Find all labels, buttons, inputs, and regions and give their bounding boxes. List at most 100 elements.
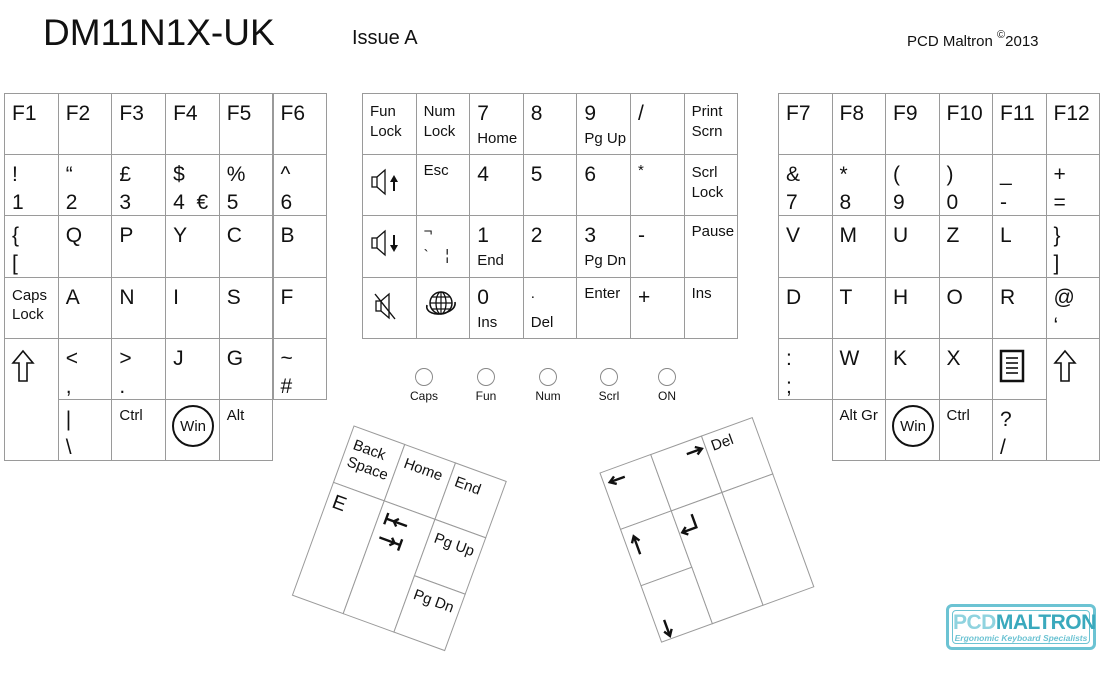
key-r1c3[interactable]: )0 (939, 154, 994, 216)
key-num-lock[interactable]: Num Lock (416, 93, 471, 155)
key-r5c3[interactable]: ?/ (992, 399, 1047, 461)
key-f9[interactable]: F9 (885, 93, 940, 155)
key-a[interactable]: A (58, 277, 113, 339)
key-j[interactable]: J (165, 338, 220, 400)
key-r1c1[interactable]: “2 (58, 154, 113, 216)
key-w[interactable]: W (832, 338, 887, 400)
key-r1c5[interactable]: += (1046, 154, 1100, 216)
key-shift-arrow[interactable] (1046, 338, 1100, 461)
key-y[interactable]: Y (165, 215, 220, 277)
key-s[interactable]: S (219, 277, 274, 339)
key-8[interactable]: 8 (523, 93, 578, 155)
key-r1c2[interactable]: £3 (111, 154, 166, 216)
key-6[interactable]: 6 (576, 154, 631, 216)
key-b[interactable]: B (273, 215, 328, 277)
key-f10[interactable]: F10 (939, 93, 994, 155)
key-r1c4[interactable]: %5 (219, 154, 274, 216)
key-r4c5[interactable]: ~# (273, 338, 328, 400)
key-3[interactable]: 3Pg Dn (576, 215, 631, 277)
key-win[interactable]: Win (165, 399, 220, 461)
key-r[interactable]: R (992, 277, 1047, 339)
key-2[interactable]: 2 (523, 215, 578, 277)
key-internet[interactable] (416, 277, 471, 339)
key-mute[interactable] (362, 277, 417, 339)
key-print-scrn[interactable]: Print Scrn (684, 93, 739, 155)
key-pause[interactable]: Pause (684, 215, 739, 277)
key-l[interactable]: L (992, 215, 1047, 277)
key-d[interactable]: D (778, 277, 833, 339)
key-r0c5[interactable]: / (630, 93, 685, 155)
key-r1c0[interactable]: !1 (4, 154, 59, 216)
key-c[interactable]: C (219, 215, 274, 277)
key-f5[interactable]: F5 (219, 93, 274, 155)
key-r4c0[interactable]: :; (778, 338, 833, 400)
key-7[interactable]: 7Home (469, 93, 524, 155)
key-ctrl[interactable]: Ctrl (939, 399, 994, 461)
key--[interactable]: - (630, 215, 685, 277)
key-0[interactable]: 0Ins (469, 277, 524, 339)
key-r1c5[interactable]: * (630, 154, 685, 216)
key-r2c0[interactable]: {[ (4, 215, 59, 277)
key-k[interactable]: K (885, 338, 940, 400)
key-h[interactable]: H (885, 277, 940, 339)
key-i[interactable]: I (165, 277, 220, 339)
key-shift-arrow[interactable] (4, 338, 59, 461)
key-f3[interactable]: F3 (111, 93, 166, 155)
key-f2[interactable]: F2 (58, 93, 113, 155)
key-f8[interactable]: F8 (832, 93, 887, 155)
key-o[interactable]: O (939, 277, 994, 339)
key-t[interactable]: T (832, 277, 887, 339)
key-f7[interactable]: F7 (778, 93, 833, 155)
key-alt-gr[interactable]: Alt Gr (832, 399, 887, 461)
key-r1c2[interactable]: (9 (885, 154, 940, 216)
key-r3c5[interactable]: + (630, 277, 685, 339)
key-p[interactable]: P (111, 215, 166, 277)
key-r3c3[interactable]: .Del (523, 277, 578, 339)
key-f4[interactable]: F4 (165, 93, 220, 155)
key-r1c0[interactable]: &7 (778, 154, 833, 216)
key-r1c5[interactable]: ^6 (273, 154, 328, 216)
key-f6[interactable]: F6 (273, 93, 328, 155)
key-n[interactable]: N (111, 277, 166, 339)
key-scrl-lock[interactable]: Scrl Lock (684, 154, 739, 216)
key-4[interactable]: 4 (469, 154, 524, 216)
key-v[interactable]: V (778, 215, 833, 277)
key-r1c1[interactable]: *8 (832, 154, 887, 216)
key-9[interactable]: 9Pg Up (576, 93, 631, 155)
key-enter[interactable]: Enter (576, 277, 631, 339)
key-r5c0[interactable]: |\ (58, 399, 113, 461)
key-bottom-label: 9 (893, 192, 905, 213)
key-volume-down[interactable] (362, 215, 417, 277)
key-alt[interactable]: Alt (219, 399, 274, 461)
key-f12[interactable]: F12 (1046, 93, 1100, 155)
key-top-label: W (840, 348, 860, 369)
key-q[interactable]: Q (58, 215, 113, 277)
indicator-label: ON (647, 389, 687, 403)
key-caps-lock[interactable]: Caps Lock (4, 277, 59, 339)
key-r1c3[interactable]: $4 € (165, 154, 220, 216)
key-r2c5[interactable]: }] (1046, 215, 1100, 277)
key-f[interactable]: F (273, 277, 328, 339)
key-r1c4[interactable]: _- (992, 154, 1047, 216)
key-f11[interactable]: F11 (992, 93, 1047, 155)
key-ins[interactable]: Ins (684, 277, 739, 339)
key-menu[interactable] (992, 338, 1047, 400)
key-1[interactable]: 1End (469, 215, 524, 277)
key-r3c5[interactable]: @‘ (1046, 277, 1100, 339)
key-f1[interactable]: F1 (4, 93, 59, 155)
key-g[interactable]: G (219, 338, 274, 400)
key-top-label: S (227, 287, 241, 308)
key-volume-up[interactable] (362, 154, 417, 216)
key-r4c2[interactable]: >. (111, 338, 166, 400)
key-win[interactable]: Win (885, 399, 940, 461)
key-x[interactable]: X (939, 338, 994, 400)
key-esc[interactable]: Esc (416, 154, 471, 216)
key-r4c1[interactable]: <, (58, 338, 113, 400)
key-ctrl[interactable]: Ctrl (111, 399, 166, 461)
key-z[interactable]: Z (939, 215, 994, 277)
key-m[interactable]: M (832, 215, 887, 277)
key-r2c1[interactable]: ¬` ¦ (416, 215, 471, 277)
key-fun-lock[interactable]: Fun Lock (362, 93, 417, 155)
key-u[interactable]: U (885, 215, 940, 277)
key-5[interactable]: 5 (523, 154, 578, 216)
